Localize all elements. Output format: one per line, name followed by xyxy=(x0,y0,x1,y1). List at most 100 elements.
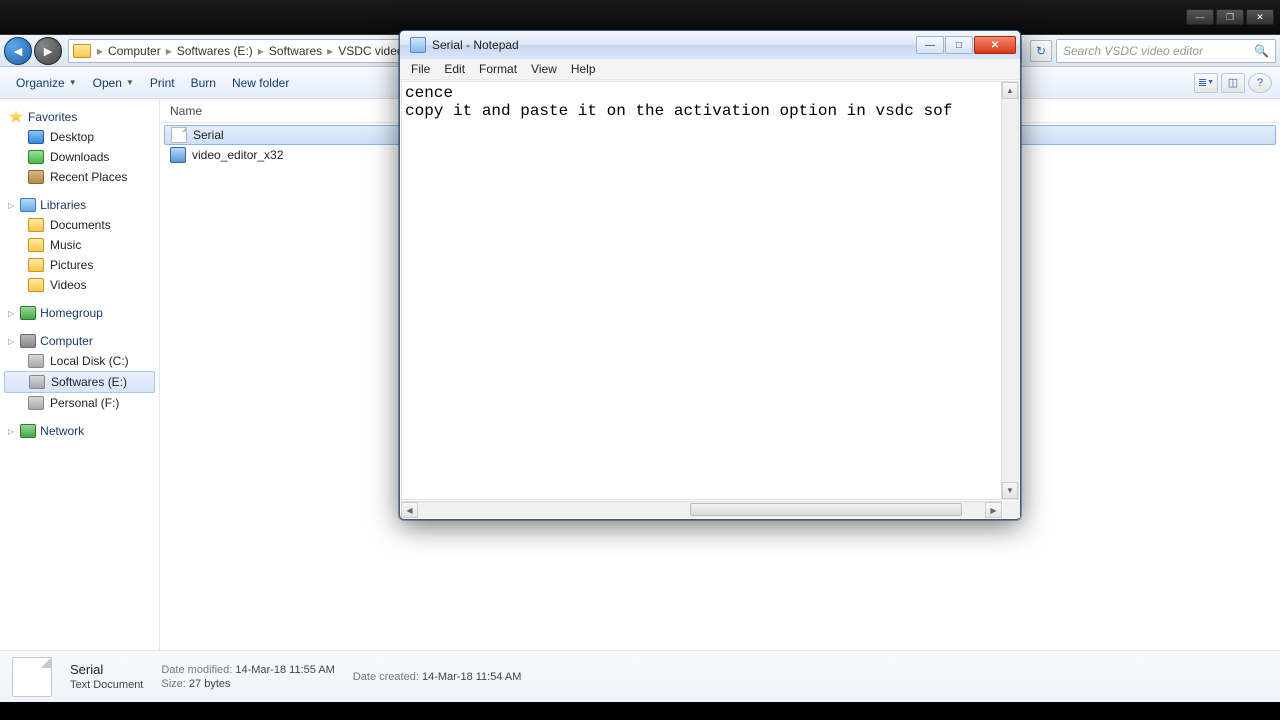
help-button[interactable]: ? xyxy=(1248,73,1272,93)
explorer-sidebar: Favorites Desktop Downloads Recent Place… xyxy=(0,99,160,650)
outer-titlebar: — ❐ ✕ xyxy=(0,0,1280,34)
notepad-window: Serial - Notepad — □ ✕ File Edit Format … xyxy=(399,30,1021,520)
outer-maximize-button[interactable]: ❐ xyxy=(1216,9,1244,25)
sidebar-favorites-header[interactable]: Favorites xyxy=(0,107,159,127)
chevron-icon[interactable]: ▷ xyxy=(8,427,14,436)
notepad-minimize-button[interactable]: — xyxy=(916,36,944,54)
search-icon: 🔍 xyxy=(1254,44,1269,58)
nav-back-button[interactable]: ◄ xyxy=(4,37,32,65)
breadcrumb-item[interactable]: Softwares (E:) xyxy=(174,44,256,58)
sidebar-item-drive-f[interactable]: Personal (F:) xyxy=(0,393,159,413)
homegroup-icon xyxy=(20,306,36,320)
sidebar-item-recent[interactable]: Recent Places xyxy=(0,167,159,187)
sidebar-computer-header[interactable]: ▷Computer xyxy=(0,331,159,351)
preview-pane-button[interactable]: ◫ xyxy=(1221,73,1245,93)
menu-edit[interactable]: Edit xyxy=(437,60,472,78)
outer-minimize-button[interactable]: — xyxy=(1186,9,1214,25)
vertical-scrollbar[interactable]: ▲ ▼ xyxy=(1001,82,1018,499)
scroll-thumb[interactable] xyxy=(690,503,962,516)
sidebar-network-header[interactable]: ▷Network xyxy=(0,421,159,441)
details-size-value: 27 bytes xyxy=(189,678,231,690)
notepad-app-icon xyxy=(410,37,426,53)
folder-icon xyxy=(28,238,44,252)
chevron-down-icon: ▼ xyxy=(69,78,77,87)
drive-icon xyxy=(28,396,44,410)
menu-format[interactable]: Format xyxy=(472,60,524,78)
sidebar-item-music[interactable]: Music xyxy=(0,235,159,255)
menu-help[interactable]: Help xyxy=(564,60,603,78)
details-created-label: Date created: xyxy=(353,671,419,683)
scrollbar-corner xyxy=(1003,501,1020,518)
chevron-icon[interactable]: ▷ xyxy=(8,201,14,210)
application-icon xyxy=(170,147,186,163)
sidebar-item-videos[interactable]: Videos xyxy=(0,275,159,295)
notepad-menubar: File Edit Format View Help xyxy=(400,59,1020,80)
sidebar-item-pictures[interactable]: Pictures xyxy=(0,255,159,275)
scroll-down-button[interactable]: ▼ xyxy=(1002,482,1018,499)
star-icon xyxy=(8,110,24,124)
scroll-right-button[interactable]: ▶ xyxy=(985,502,1002,518)
file-name: Serial xyxy=(193,128,224,142)
details-size-label: Size: xyxy=(161,678,185,690)
details-created-value: 14-Mar-18 11:54 AM xyxy=(422,671,521,683)
search-placeholder: Search VSDC video editor xyxy=(1063,44,1203,58)
horizontal-scrollbar[interactable]: ◀ ▶ xyxy=(401,501,1002,518)
downloads-icon xyxy=(28,150,44,164)
search-box[interactable]: Search VSDC video editor 🔍 xyxy=(1056,39,1276,63)
breadcrumb-sep: ▸ xyxy=(95,44,105,58)
breadcrumb-sep: ▸ xyxy=(164,44,174,58)
nav-forward-button[interactable]: ► xyxy=(34,37,62,65)
breadcrumb-item[interactable]: Softwares xyxy=(266,44,325,58)
drive-icon xyxy=(29,375,45,389)
sidebar-homegroup-header[interactable]: ▷Homegroup xyxy=(0,303,159,323)
sidebar-libraries-header[interactable]: ▷Libraries xyxy=(0,195,159,215)
details-modified-label: Date modified: xyxy=(161,664,232,676)
details-file-icon xyxy=(12,657,52,697)
new-folder-button[interactable]: New folder xyxy=(224,72,297,94)
folder-icon xyxy=(73,44,91,58)
letterbox-bottom xyxy=(0,702,1280,720)
scroll-up-button[interactable]: ▲ xyxy=(1002,82,1018,99)
breadcrumb-item[interactable]: VSDC video xyxy=(335,44,406,58)
scroll-track[interactable] xyxy=(418,502,985,518)
notepad-maximize-button[interactable]: □ xyxy=(945,36,973,54)
sidebar-item-drive-e[interactable]: Softwares (E:) xyxy=(4,371,155,393)
details-type: Text Document xyxy=(70,679,143,691)
chevron-icon[interactable]: ▷ xyxy=(8,309,14,318)
column-header-name[interactable]: Name xyxy=(170,104,202,118)
breadcrumb-sep: ▸ xyxy=(325,44,335,58)
chevron-icon[interactable]: ▷ xyxy=(8,337,14,346)
scroll-track[interactable] xyxy=(1002,99,1018,482)
sidebar-item-documents[interactable]: Documents xyxy=(0,215,159,235)
file-name: video_editor_x32 xyxy=(192,148,283,162)
drive-icon xyxy=(28,354,44,368)
computer-icon xyxy=(20,334,36,348)
view-options-button[interactable]: ≣ ▼ xyxy=(1194,73,1218,93)
desktop-icon xyxy=(28,130,44,144)
details-modified-value: 14-Mar-18 11:55 AM xyxy=(235,664,334,676)
notepad-titlebar[interactable]: Serial - Notepad — □ ✕ xyxy=(400,31,1020,59)
notepad-title-text: Serial - Notepad xyxy=(432,38,916,52)
print-button[interactable]: Print xyxy=(142,72,183,94)
menu-file[interactable]: File xyxy=(404,60,437,78)
text-file-icon xyxy=(171,127,187,143)
folder-icon xyxy=(28,278,44,292)
libraries-icon xyxy=(20,198,36,212)
scroll-left-button[interactable]: ◀ xyxy=(401,502,418,518)
network-icon xyxy=(20,424,36,438)
organize-button[interactable]: Organize▼ xyxy=(8,72,85,94)
outer-close-button[interactable]: ✕ xyxy=(1246,9,1274,25)
sidebar-item-downloads[interactable]: Downloads xyxy=(0,147,159,167)
sidebar-item-drive-c[interactable]: Local Disk (C:) xyxy=(0,351,159,371)
menu-view[interactable]: View xyxy=(524,60,564,78)
burn-button[interactable]: Burn xyxy=(183,72,224,94)
details-title: Serial xyxy=(70,662,143,677)
notepad-close-button[interactable]: ✕ xyxy=(974,36,1016,54)
notepad-text-area[interactable]: cence copy it and paste it on the activa… xyxy=(402,82,1001,499)
refresh-button[interactable]: ↻ xyxy=(1030,40,1052,62)
open-button[interactable]: Open▼ xyxy=(85,72,142,94)
breadcrumb-item[interactable]: Computer xyxy=(105,44,164,58)
chevron-down-icon: ▼ xyxy=(126,78,134,87)
recent-icon xyxy=(28,170,44,184)
sidebar-item-desktop[interactable]: Desktop xyxy=(0,127,159,147)
